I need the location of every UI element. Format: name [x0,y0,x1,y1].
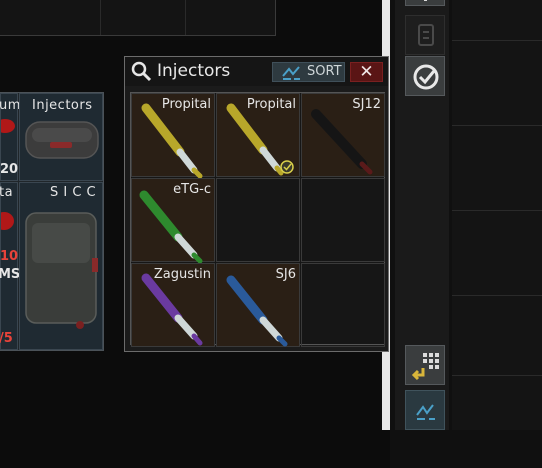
toolbar-button-transfer[interactable] [405,345,445,385]
grid-cell [100,0,186,35]
sort-button[interactable]: SORT [272,62,345,82]
item-name: Zagustin [153,267,211,282]
item-name: SJ12 [352,97,381,112]
sort-label: SORT [307,64,342,79]
sicc-case-icon [25,212,98,329]
item-name: Propital [161,97,211,112]
item-red-count: 10 [0,249,19,264]
item-count: 20 [0,162,19,177]
toolbar-button-list[interactable] [405,15,445,55]
grid-transfer-icon [411,353,439,381]
injector-case-icon [25,121,99,159]
left-container-panel: um 20 Injectors ta 10 MS /5 S I C C [0,92,104,351]
stash-grid-right [452,0,542,430]
document-icon [418,24,434,46]
toolbar-button-check[interactable] [405,56,445,96]
injector-slot[interactable]: Propital [216,93,300,177]
item-name: eTG-c [173,182,211,197]
empty-slot[interactable] [301,263,385,347]
grid-cell [0,0,101,35]
injector-slot[interactable]: eTG-c [131,178,215,263]
grid-row [452,125,542,126]
sort-icon [282,66,300,80]
injector-slot[interactable]: Zagustin [131,263,215,347]
toolbar-button-top[interactable] [405,0,445,6]
injector-slot[interactable]: Propital [131,93,215,178]
item-ms-label: MS [0,267,21,282]
grid-row [452,210,542,211]
close-button[interactable]: ✕ [350,62,383,82]
injectors-window: Injectors SORT ✕ Propital Propital SJ12 … [124,56,389,352]
item-durability: /5 [0,331,13,346]
window-title: Injectors [157,61,231,81]
grid-cell [185,0,275,35]
item-name: SJ6 [275,267,296,282]
left-slot-item[interactable]: um 20 [0,93,20,181]
item-name: Propital [246,97,296,112]
toolbar-button-sort[interactable] [405,390,445,430]
container-grid: Propital Propital SJ12 eTG-c Zagustin SJ… [130,92,385,347]
stash-grid-top [0,0,276,36]
injectors-case-slot[interactable]: Injectors [19,93,103,181]
grid-row [452,375,542,376]
left-slot-item[interactable]: ta 10 MS /5 [0,182,21,350]
checkmark-icon [413,64,439,90]
injector-slot[interactable]: SJ12 [301,93,385,177]
window-titlebar[interactable]: Injectors SORT ✕ [125,57,388,86]
info-icon [424,0,427,1]
sicc-case-slot[interactable]: S I C C [19,182,103,350]
empty-slot[interactable] [216,178,300,262]
search-icon[interactable] [128,58,156,86]
empty-slot[interactable] [301,178,385,262]
grid-row [452,40,542,41]
grid-row [452,295,542,296]
injector-slot[interactable]: SJ6 [216,263,300,347]
sort-icon [416,404,435,420]
